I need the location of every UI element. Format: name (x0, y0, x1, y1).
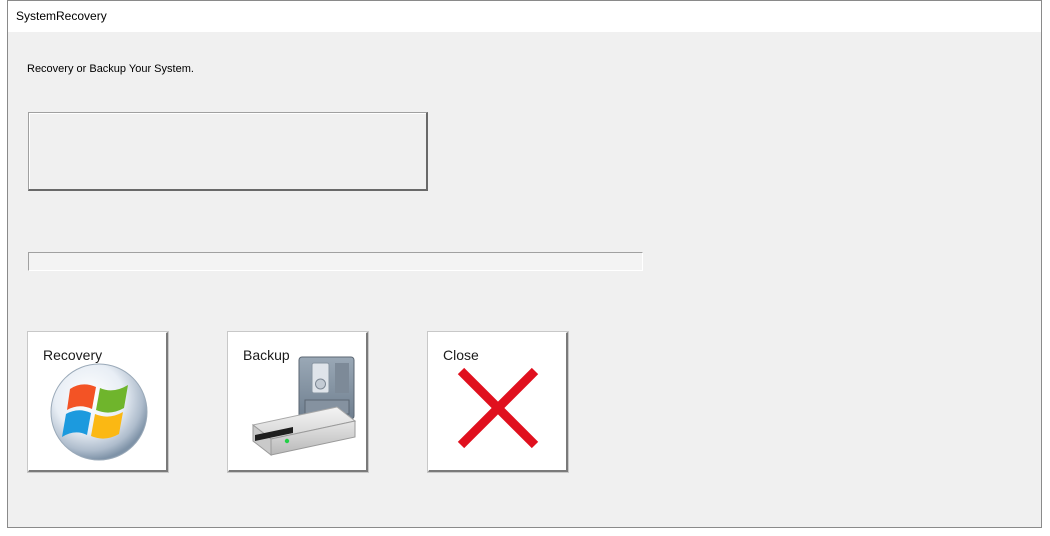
close-button-label: Close (443, 347, 479, 363)
app-window: SystemRecovery Recovery or Backup Your S… (7, 0, 1042, 528)
backup-button[interactable]: Backup (228, 332, 368, 472)
red-x-icon (457, 367, 539, 449)
window-title: SystemRecovery (16, 9, 107, 23)
title-bar[interactable]: SystemRecovery (8, 1, 1041, 32)
close-button[interactable]: Close (428, 332, 568, 472)
status-panel (28, 112, 428, 191)
instruction-label: Recovery or Backup Your System. (27, 63, 194, 75)
windows-logo-icon (50, 363, 148, 461)
progress-bar (28, 252, 643, 271)
hard-drive-icon (251, 356, 357, 457)
backup-button-face: Backup (233, 337, 362, 466)
close-button-face: Close (433, 337, 562, 466)
recovery-button-face: Recovery (33, 337, 162, 466)
recovery-button[interactable]: Recovery (28, 332, 168, 472)
